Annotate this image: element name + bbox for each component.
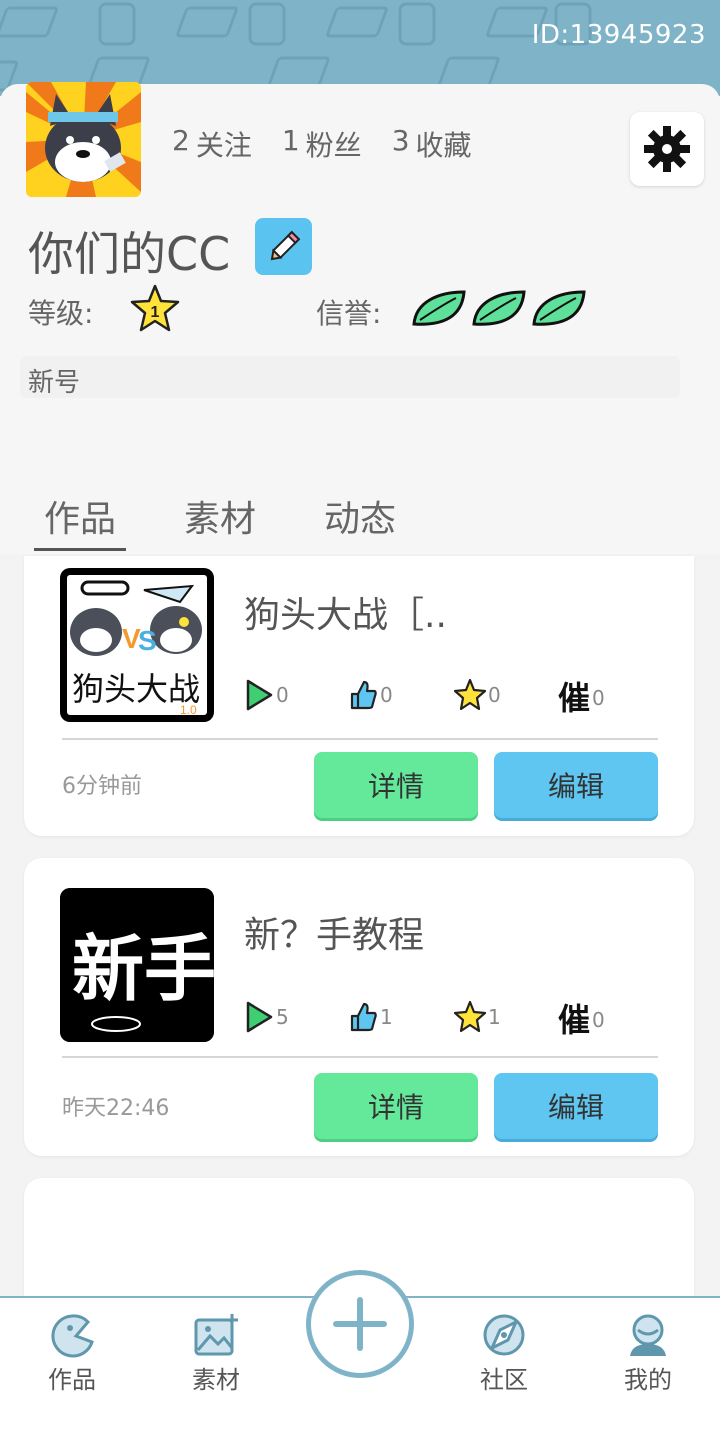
user-id: ID:13945923 [531,20,706,50]
thumbs-up-icon [350,680,377,710]
likes-metric: 0 [348,678,393,712]
avatar[interactable] [26,82,141,197]
stars-metric: 0 [454,678,501,712]
tab-materials[interactable]: 素材 [174,490,266,551]
pacman-icon [51,1314,94,1358]
leaf-icon [472,290,526,326]
plays-count: 5 [276,1005,289,1029]
work-time: 6分钟前 [62,774,142,799]
work-title[interactable]: 新？手教程 [244,906,424,958]
work-card[interactable]: 新手 新？手教程 5 1 1 催 0 昨天22:46 详情 编辑 [24,858,694,1156]
favorites-label: 收藏 [415,129,472,162]
work-card[interactable]: V S 狗头大战 1.0 狗头大战［.. 0 0 0 催 0 6分钟前 详情 编… [24,556,694,836]
detail-button[interactable]: 详情 [314,1073,478,1139]
edit-name-button[interactable] [255,218,312,275]
reputation-leaves [410,288,588,330]
thumbnail-version: 1.0 [180,703,197,717]
following-count: 2 [172,124,190,157]
card-divider [62,738,658,740]
gear-icon [644,126,690,172]
level-value: 1 [151,304,160,321]
star-icon [454,678,486,711]
tab-activity[interactable]: 动态 [314,490,406,551]
stars-count: 0 [488,683,501,707]
nav-materials[interactable]: 素材 [171,1312,261,1395]
following-stat[interactable]: 2 关注 [172,124,252,164]
work-thumbnail[interactable]: V S 狗头大战 1.0 [60,568,214,722]
work-thumbnail-image: V S 狗头大战 1.0 [61,569,213,721]
user-icon [630,1314,666,1356]
favorites-stat[interactable]: 3 收藏 [392,124,472,164]
plays-count: 0 [276,683,289,707]
likes-count: 1 [380,1005,393,1029]
work-title[interactable]: 狗头大战［.. [244,586,447,638]
bio-text: 新号 [28,368,81,398]
card-divider [62,1056,658,1058]
settings-button[interactable] [630,112,704,186]
work-metrics: 5 1 1 催 0 [244,1000,664,1040]
plus-icon [333,1297,387,1351]
urges-count: 0 [592,686,605,710]
urge-icon: 催 [558,1001,591,1039]
work-time: 昨天22:46 [62,1096,170,1121]
work-thumbnail-image: 新手 [60,888,214,1042]
play-icon [246,1001,273,1033]
leaf-icon [532,290,586,326]
urges-metric: 催 0 [558,678,605,718]
plays-metric: 5 [244,1000,289,1034]
svg-text:S: S [138,625,157,656]
nav-works-label: 作品 [48,1366,96,1394]
plays-metric: 0 [244,678,289,712]
username: 你们的CC [28,227,231,281]
following-label: 关注 [195,129,252,162]
profile-stats: 2 关注 1 粉丝 3 收藏 [172,124,472,164]
likes-count: 0 [380,683,393,707]
nav-materials-label: 素材 [192,1366,240,1394]
nav-mine-label: 我的 [624,1366,672,1394]
image-add-icon [194,1314,238,1356]
add-button[interactable] [306,1270,414,1378]
stars-metric: 1 [454,1000,501,1034]
avatar-image [26,82,141,197]
urges-metric: 催 0 [558,1000,605,1040]
fans-label: 粉丝 [305,129,362,162]
edit-button[interactable]: 编辑 [494,752,658,818]
fans-stat[interactable]: 1 粉丝 [282,124,362,164]
level-star-icon: 1 [130,284,180,332]
work-metrics: 0 0 0 催 0 [244,678,664,718]
urge-icon: 催 [558,679,591,717]
work-thumbnail[interactable]: 新手 [60,888,214,1042]
nav-works[interactable]: 作品 [27,1312,117,1395]
profile-tabs: 作品 素材 动态 [34,490,406,551]
nav-community-label: 社区 [480,1366,528,1394]
level-label: 等级: [28,297,94,330]
pencil-icon [270,230,300,260]
nav-community[interactable]: 社区 [459,1312,549,1395]
stars-count: 1 [488,1005,501,1029]
urges-count: 0 [592,1008,605,1032]
fans-count: 1 [281,124,300,157]
reputation-label: 信誉: [316,297,382,330]
tab-works[interactable]: 作品 [34,490,127,551]
detail-button[interactable]: 详情 [314,752,478,818]
bio-box [20,356,680,398]
favorites-count: 3 [391,124,410,157]
compass-icon [483,1314,525,1356]
play-icon [246,679,273,711]
thumbnail-caption: 新手 [72,927,214,1011]
star-icon [454,1000,486,1033]
likes-metric: 1 [348,1000,393,1034]
nav-mine[interactable]: 我的 [603,1312,693,1395]
leaf-icon [412,290,466,326]
thumbs-up-icon [350,1002,377,1032]
edit-button[interactable]: 编辑 [494,1073,658,1139]
